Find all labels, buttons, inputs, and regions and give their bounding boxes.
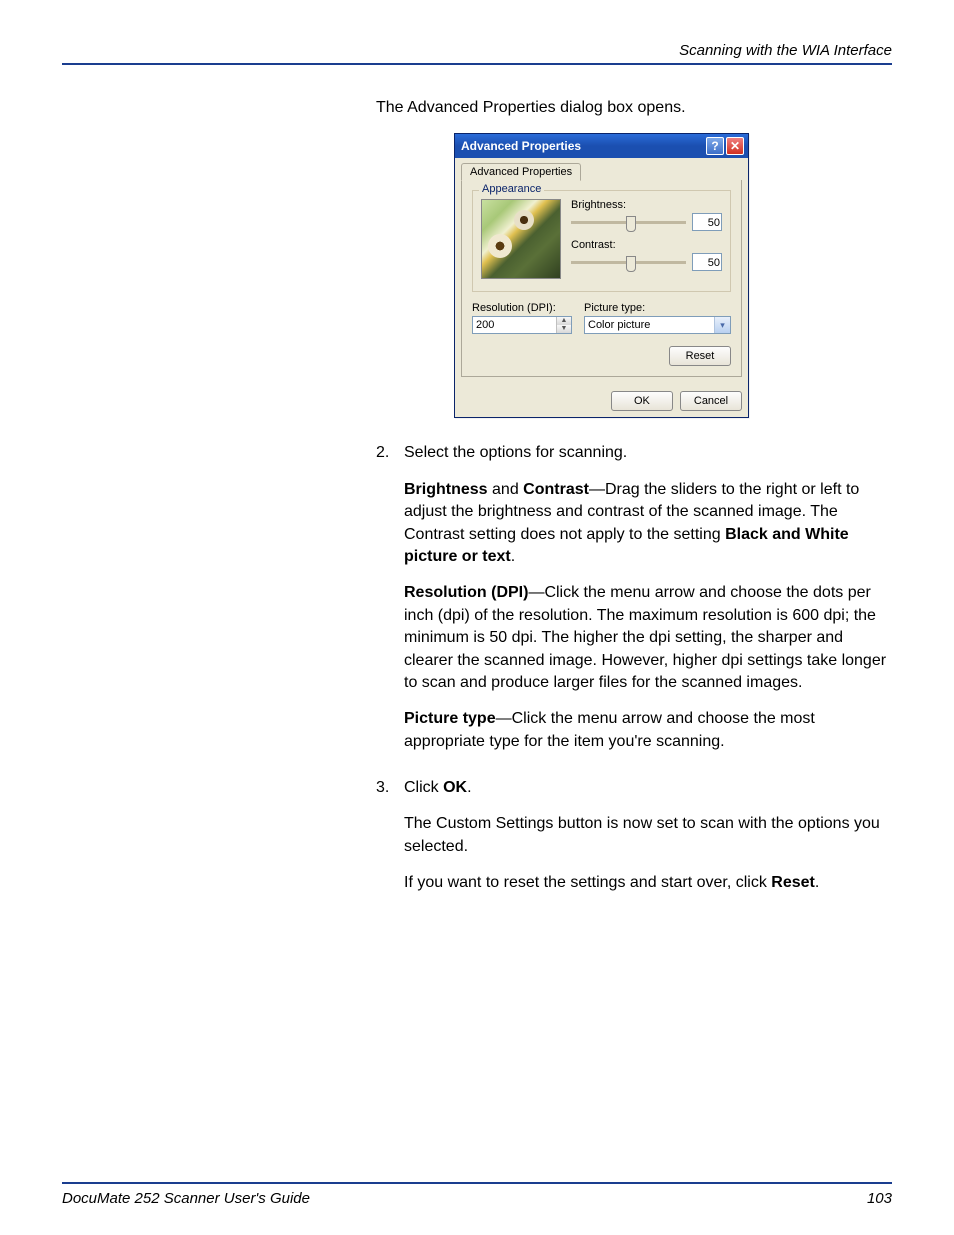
ok-button[interactable]: OK bbox=[611, 391, 673, 411]
step-3-p1: The Custom Settings button is now set to… bbox=[404, 813, 892, 858]
tab-advanced-properties[interactable]: Advanced Properties bbox=[461, 163, 581, 181]
titlebar-buttons: ? ✕ bbox=[706, 137, 744, 155]
step-2-resolution: Resolution (DPI)—Click the menu arrow an… bbox=[404, 582, 892, 694]
spin-up-icon[interactable]: ▲ bbox=[557, 317, 571, 325]
brightness-value[interactable]: 50 bbox=[692, 213, 722, 231]
picture-type-combo[interactable]: Color picture ▾ bbox=[584, 316, 731, 334]
step-number: 2. bbox=[376, 442, 404, 767]
brightness-slider[interactable] bbox=[571, 221, 686, 224]
brightness-group: Brightness: 50 bbox=[571, 199, 722, 231]
step-2-lead: Select the options for scanning. bbox=[404, 442, 892, 464]
resolution-label: Resolution (DPI): bbox=[472, 302, 572, 314]
step-2-brightness-contrast: Brightness and Contrast—Drag the sliders… bbox=[404, 479, 892, 569]
footer-guide-name: DocuMate 252 Scanner User's Guide bbox=[62, 1190, 310, 1207]
lower-fields: Resolution (DPI): 200 ▲ ▼ bbox=[472, 302, 731, 334]
section-title: Scanning with the WIA Interface bbox=[679, 42, 892, 59]
cancel-button[interactable]: Cancel bbox=[680, 391, 742, 411]
chevron-down-icon[interactable]: ▾ bbox=[714, 317, 730, 333]
contrast-slider[interactable] bbox=[571, 261, 686, 264]
page-header: Scanning with the WIA Interface bbox=[62, 42, 892, 65]
contrast-group: Contrast: 50 bbox=[571, 239, 722, 271]
tab-strip: Advanced Properties bbox=[461, 162, 742, 181]
advanced-properties-dialog: Advanced Properties ? ✕ Advanced Propert… bbox=[454, 133, 749, 418]
reset-row: Reset bbox=[472, 346, 731, 366]
contrast-label: Contrast: bbox=[571, 239, 722, 251]
step-3-p2: If you want to reset the settings and st… bbox=[404, 872, 892, 894]
step-number: 3. bbox=[376, 777, 404, 909]
page-footer: DocuMate 252 Scanner User's Guide 103 bbox=[62, 1182, 892, 1207]
contrast-value[interactable]: 50 bbox=[692, 253, 722, 271]
help-icon[interactable]: ? bbox=[706, 137, 724, 155]
step-2-picture-type: Picture type—Click the menu arrow and ch… bbox=[404, 708, 892, 753]
manual-page: Scanning with the WIA Interface The Adva… bbox=[0, 0, 954, 1235]
dialog-title: Advanced Properties bbox=[461, 139, 581, 153]
dialog-footer: OK Cancel bbox=[455, 383, 748, 417]
dialog-titlebar: Advanced Properties ? ✕ bbox=[455, 134, 748, 158]
dialog-screenshot: Advanced Properties ? ✕ Advanced Propert… bbox=[454, 133, 892, 418]
body-content: The Advanced Properties dialog box opens… bbox=[376, 97, 892, 909]
spin-down-icon[interactable]: ▼ bbox=[557, 325, 571, 333]
brightness-label: Brightness: bbox=[571, 199, 722, 211]
appearance-fieldset: Appearance Brightness: bbox=[472, 190, 731, 292]
step-3-lead: Click OK. bbox=[404, 777, 892, 799]
intro-paragraph: The Advanced Properties dialog box opens… bbox=[376, 97, 892, 119]
resolution-spinner[interactable]: 200 ▲ ▼ bbox=[472, 316, 572, 334]
preview-image bbox=[481, 199, 561, 279]
dialog-body: Advanced Properties Appearance bbox=[455, 158, 748, 383]
step-3: 3. Click OK. The Custom Settings button … bbox=[376, 777, 892, 909]
footer-page-number: 103 bbox=[867, 1190, 892, 1207]
tab-panel: Appearance Brightness: bbox=[461, 180, 742, 377]
step-2: 2. Select the options for scanning. Brig… bbox=[376, 442, 892, 767]
picture-type-label: Picture type: bbox=[584, 302, 731, 314]
reset-button[interactable]: Reset bbox=[669, 346, 731, 366]
resolution-value[interactable]: 200 bbox=[473, 317, 556, 333]
close-icon[interactable]: ✕ bbox=[726, 137, 744, 155]
fieldset-legend: Appearance bbox=[479, 183, 544, 195]
picture-type-value: Color picture bbox=[585, 317, 714, 333]
